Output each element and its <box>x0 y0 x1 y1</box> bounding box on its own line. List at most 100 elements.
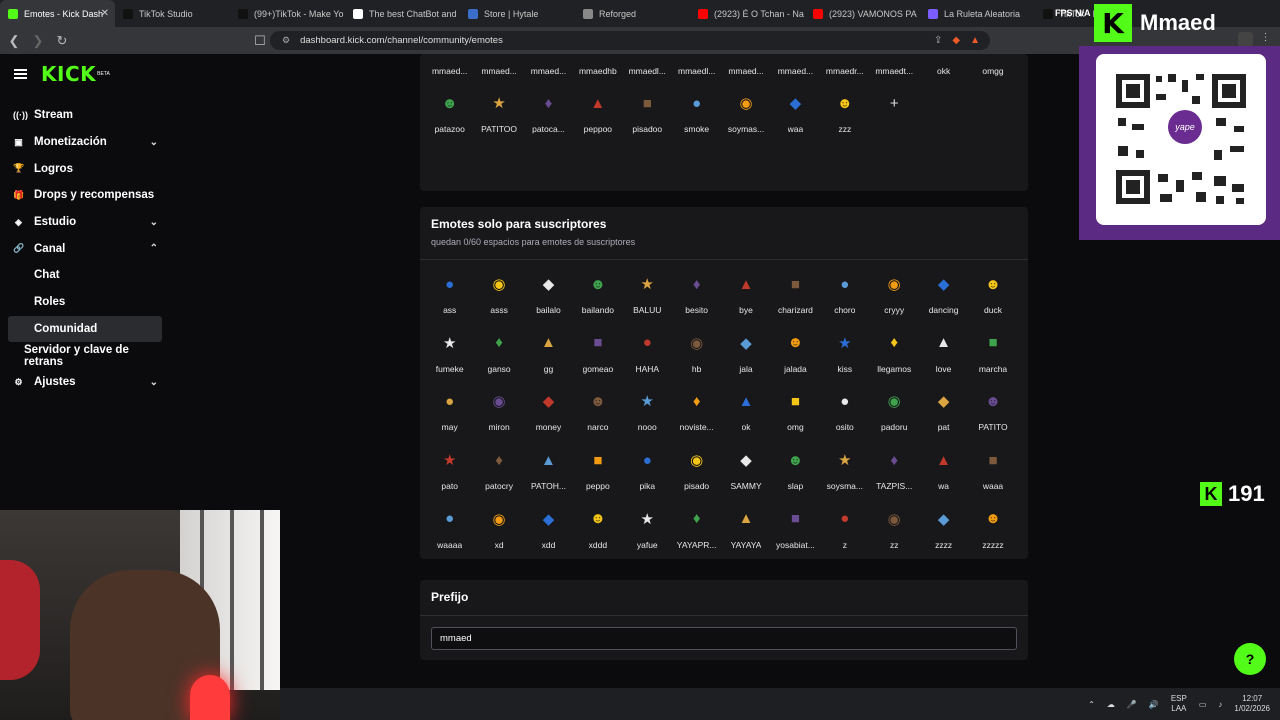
browser-tab[interactable]: (2923) VAMONOS PA <box>805 0 920 27</box>
emote-item[interactable]: ☻ jalada <box>771 326 820 385</box>
emote-item[interactable]: ☻ mmaedhb <box>573 54 622 87</box>
sidebar-item-roles[interactable]: Roles <box>0 289 170 316</box>
sidebar-item-chat[interactable]: Chat <box>0 262 170 289</box>
emote-item[interactable]: ◉ xd <box>474 502 523 561</box>
emote-item[interactable]: ◆ bailalo <box>524 267 573 326</box>
emote-item[interactable]: ▲ love <box>919 326 968 385</box>
emote-item[interactable]: ♦ besito <box>672 267 721 326</box>
kick-logo[interactable]: KICK <box>41 62 96 86</box>
emote-item[interactable]: ☻ omgg <box>968 54 1017 87</box>
emote-item[interactable]: ★ yafue <box>623 502 672 561</box>
emote-item[interactable]: ▲ wa <box>919 443 968 502</box>
emote-item[interactable]: ♦ llegamos <box>870 326 919 385</box>
emote-item[interactable]: ☻ zzzzz <box>968 502 1017 561</box>
sidebar-item-logros[interactable]: 🏆 Logros <box>0 155 170 182</box>
emote-item[interactable]: ▲ mmaed... <box>721 54 770 87</box>
reload-icon[interactable]: ↻ <box>52 31 72 51</box>
browser-tab[interactable]: The best ChatBot and <box>345 0 460 27</box>
sidebar-item-canal[interactable]: 🔗 Canal ⌃ <box>0 235 170 262</box>
tab-close-icon[interactable]: ✕ <box>101 8 109 19</box>
network-icon[interactable]: ▭ <box>1199 700 1207 709</box>
share-icon[interactable]: ⇪ <box>934 35 942 46</box>
emote-item[interactable]: ♦ TAZPIS... <box>870 443 919 502</box>
emote-item[interactable]: ☻ bailando <box>573 267 622 326</box>
emote-item[interactable]: ■ waaa <box>968 443 1017 502</box>
emote-item[interactable]: ◆ dancing <box>919 267 968 326</box>
forward-icon[interactable]: ❯ <box>28 31 48 51</box>
emote-item[interactable]: ♦ ganso <box>474 326 523 385</box>
emote-item[interactable]: ▲ ok <box>721 384 770 443</box>
browser-tab[interactable]: (2923) É O Tchan - Na <box>690 0 805 27</box>
sidebar-item-stream[interactable]: ((·)) Stream <box>0 102 170 129</box>
emote-item[interactable]: ■ gomeao <box>573 326 622 385</box>
emote-item[interactable]: ☻ slap <box>771 443 820 502</box>
emote-item[interactable]: ■ peppo <box>573 443 622 502</box>
emote-item[interactable]: ◉ miron <box>474 384 523 443</box>
add-emote-button[interactable]: + <box>870 86 919 145</box>
sidebar-item-comunidad[interactable]: Comunidad <box>8 315 162 343</box>
emote-item[interactable]: ☻ PATITO <box>968 384 1017 443</box>
chevron-down-icon[interactable]: ⌄ <box>150 377 158 388</box>
emote-item[interactable]: ● ass <box>425 267 474 326</box>
language-indicator[interactable]: ESP LAA <box>1171 694 1187 714</box>
back-icon[interactable]: ❮ <box>4 31 24 51</box>
chevron-up-icon[interactable]: ⌃ <box>150 243 158 254</box>
emote-item[interactable]: ♦ YAYAPR... <box>672 502 721 561</box>
emote-item[interactable]: ■ charizard <box>771 267 820 326</box>
browser-tab[interactable]: La Ruleta Aleatoria <box>920 0 1035 27</box>
address-bar[interactable]: ⚙ dashboard.kick.com/channel/community/e… <box>270 31 990 50</box>
volume-icon[interactable]: 🔊 <box>1149 700 1159 709</box>
browser-tab[interactable]: (99+)TikTok - Make Yo <box>230 0 345 27</box>
emote-item[interactable]: ◉ asss <box>474 267 523 326</box>
brave-shield-icon[interactable]: ◆ <box>952 35 960 46</box>
emote-item[interactable]: ♦ noviste... <box>672 384 721 443</box>
chevron-down-icon[interactable]: ⌄ <box>150 217 158 228</box>
emote-item[interactable]: ◆ mmaed... <box>524 54 573 87</box>
emote-item[interactable]: ☻ xddd <box>573 502 622 561</box>
emote-item[interactable]: ▲ peppoo <box>573 86 622 145</box>
emote-item[interactable]: ▲ YAYAYA <box>721 502 770 561</box>
emote-item[interactable]: ◆ pat <box>919 384 968 443</box>
emote-item[interactable]: ● may <box>425 384 474 443</box>
browser-tab[interactable]: Reforged <box>575 0 690 27</box>
sidebar-item-ajustes[interactable]: ⚙ Ajustes ⌄ <box>0 369 170 396</box>
emote-item[interactable]: ★ nooo <box>623 384 672 443</box>
emote-item[interactable]: ● HAHA <box>623 326 672 385</box>
emote-item[interactable]: ◆ money <box>524 384 573 443</box>
sidebar-item-estudio[interactable]: ◈ Estudio ⌄ <box>0 209 170 236</box>
emote-item[interactable]: ★ soysma... <box>820 443 869 502</box>
emote-item[interactable]: ♦ patoca... <box>524 86 573 145</box>
emote-item[interactable]: ♦ patocry <box>474 443 523 502</box>
emote-item[interactable]: ● waaaa <box>425 502 474 561</box>
prefix-input[interactable]: mmaed <box>431 627 1017 650</box>
emote-item[interactable]: ☻ duck <box>968 267 1017 326</box>
emote-item[interactable]: ◉ hb <box>672 326 721 385</box>
emote-item[interactable]: ▲ gg <box>524 326 573 385</box>
rewards-icon[interactable]: ▲ <box>970 35 980 46</box>
browser-tab[interactable]: TikTok Studio <box>115 0 230 27</box>
emote-item[interactable]: ▲ bye <box>721 267 770 326</box>
emote-item[interactable]: ● choro <box>820 267 869 326</box>
emote-item[interactable]: ● mmaedr... <box>820 54 869 87</box>
emote-item[interactable]: ★ mmaedl... <box>623 54 672 87</box>
emote-item[interactable]: ◆ okk <box>919 54 968 87</box>
emote-item[interactable]: ■ pisadoo <box>623 86 672 145</box>
emote-item[interactable]: ■ marcha <box>968 326 1017 385</box>
clock[interactable]: 12:07 1/02/2026 <box>1234 694 1270 714</box>
emote-item[interactable]: ◆ xdd <box>524 502 573 561</box>
hamburger-menu-icon[interactable] <box>14 69 27 79</box>
emote-item[interactable]: ● mmaed... <box>425 54 474 87</box>
emote-item[interactable]: ◉ pisado <box>672 443 721 502</box>
emote-item[interactable]: ◆ waa <box>771 86 820 145</box>
site-info-icon[interactable]: ⚙ <box>282 35 290 46</box>
emote-item[interactable]: ◆ jala <box>721 326 770 385</box>
emote-item[interactable]: ☻ narco <box>573 384 622 443</box>
emote-item[interactable]: ★ kiss <box>820 326 869 385</box>
emote-item[interactable]: ★ PATITOO <box>474 86 523 145</box>
emote-item[interactable]: ◉ padoru <box>870 384 919 443</box>
help-chat-icon[interactable]: ? <box>1234 643 1266 675</box>
emote-item[interactable]: ● smoke <box>672 86 721 145</box>
cloud-icon[interactable]: ☁ <box>1107 700 1115 709</box>
emote-item[interactable]: ☻ patazoo <box>425 86 474 145</box>
tray-expand-icon[interactable]: ⌃ <box>1088 700 1095 709</box>
